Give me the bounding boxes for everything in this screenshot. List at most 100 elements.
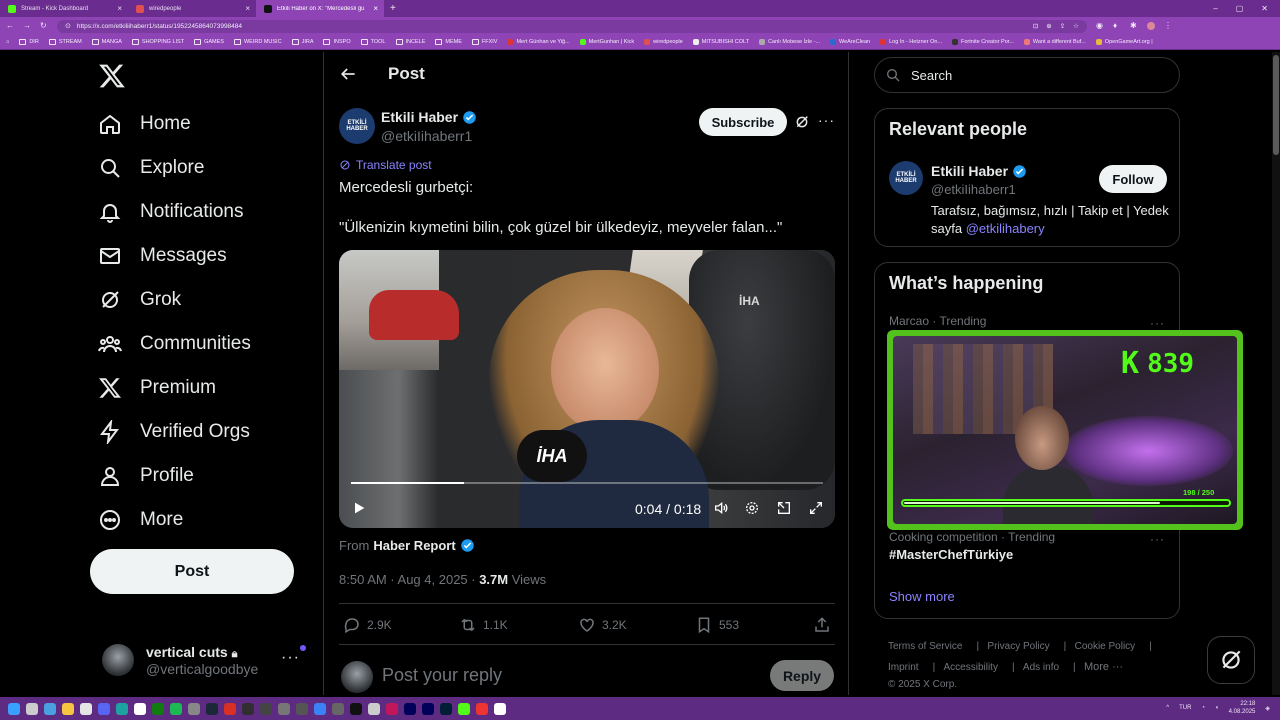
start-icon[interactable] — [8, 702, 20, 715]
trend-name[interactable]: #MasterChefTürkiye — [889, 547, 1013, 562]
nav-explore[interactable]: Explore — [98, 155, 204, 181]
bookmark-link[interactable]: MITSUBISHI COLT — [692, 39, 749, 45]
chrome-icon[interactable] — [134, 702, 146, 715]
tab-kick-dashboard[interactable]: Stream - Kick Dashboard × — [0, 0, 128, 17]
reply-button[interactable]: Reply — [770, 660, 834, 691]
relevant-person-handle[interactable]: @etkiIihaberr1 — [931, 182, 1016, 197]
fullscreen-icon[interactable] — [808, 500, 824, 516]
star-icon[interactable]: ☆ — [1073, 22, 1079, 30]
close-icon[interactable]: × — [373, 4, 378, 13]
bookmark-folder[interactable]: INCELE — [395, 39, 425, 45]
app-icon[interactable] — [476, 702, 488, 715]
address-bar[interactable]: ⊙ https://x.com/etkiliihaberr1/status/19… — [57, 19, 1087, 33]
bookmark-link[interactable]: Canlı Mobese İzle -... — [759, 39, 820, 45]
bookmark-link[interactable]: Mert Günhan ve Yiğ... — [507, 39, 570, 45]
footer-link[interactable]: Cookie Policy — [1075, 641, 1136, 652]
author-name[interactable]: Etkili Haber — [381, 109, 477, 125]
app-icon[interactable] — [314, 702, 326, 715]
nav-more[interactable]: More — [98, 507, 183, 533]
more-icon[interactable]: ··· — [818, 112, 835, 128]
volume-icon[interactable]: ◖ — [1215, 705, 1219, 711]
post-timestamp[interactable]: 8:50 AM · Aug 4, 2025 · — [339, 572, 479, 587]
bookmark-link[interactable]: MertGunhan | Kick — [579, 39, 634, 45]
bookmark-folder[interactable]: SHOPPING LIST — [131, 39, 184, 45]
share-icon[interactable]: ⇪ — [1060, 22, 1065, 30]
reply-action[interactable]: 2.9K — [343, 616, 392, 634]
bookmark-link[interactable]: Log In - Hetzner On... — [880, 39, 942, 45]
extensions-puzzle-icon[interactable]: ✱ — [1130, 22, 1138, 30]
premiere-icon[interactable] — [422, 702, 434, 715]
bookmark-folder[interactable]: DIR — [19, 39, 39, 45]
notepad-icon[interactable] — [80, 702, 92, 715]
xbox-icon[interactable] — [152, 702, 164, 715]
relevant-person-name[interactable]: Etkili Haber — [931, 163, 1027, 179]
bookmark-folder[interactable]: MEME — [435, 39, 462, 45]
footer-link[interactable]: Ads info — [1023, 662, 1059, 673]
widgets-icon[interactable] — [44, 702, 56, 715]
app-icon[interactable] — [296, 702, 308, 715]
minimize-icon[interactable]: – — [1213, 4, 1217, 13]
page-scrollbar[interactable] — [1272, 52, 1280, 695]
scrollbar-thumb[interactable] — [1273, 55, 1279, 155]
footer-link[interactable]: Accessibility — [944, 662, 998, 673]
video-progress-bar[interactable] — [351, 482, 823, 484]
wifi-icon[interactable]: ◔ — [1201, 705, 1205, 711]
tray-chevron-icon[interactable]: ^ — [1166, 705, 1169, 711]
taskview-icon[interactable] — [26, 702, 38, 715]
menu-icon[interactable]: ⋮ — [1164, 22, 1172, 30]
clock[interactable]: 22:18 4.08.2025 — [1229, 700, 1256, 716]
nav-notifications[interactable]: Notifications — [98, 199, 244, 225]
obs-icon[interactable] — [242, 702, 254, 715]
extension-icon[interactable]: ◉ — [1096, 22, 1104, 30]
account-switcher[interactable]: vertical cuts 🔒︎ @verticalgoodbye ··· — [102, 635, 312, 685]
close-window-icon[interactable]: ✕ — [1261, 4, 1268, 13]
translate-post-link[interactable]: Translate post — [339, 158, 432, 172]
trend-meta[interactable]: Marcao · Trending — [889, 314, 986, 328]
source-account-link[interactable]: Haber Report — [373, 538, 455, 553]
show-more-link[interactable]: Show more — [889, 589, 955, 604]
grok-icon[interactable] — [794, 114, 810, 130]
close-icon[interactable]: × — [117, 4, 122, 13]
trend-meta[interactable]: Cooking competition · Trending — [889, 530, 1055, 544]
author-avatar[interactable]: ETKİLİ HABER — [889, 161, 923, 195]
grok-floating-button[interactable] — [1207, 636, 1255, 684]
bookmark-link[interactable]: OpenGameArt.org | — [1095, 39, 1153, 45]
nav-profile[interactable]: Profile — [98, 463, 194, 489]
bookmark-link[interactable]: Fortnite Creator Por... — [952, 39, 1014, 45]
app-icon[interactable] — [368, 702, 380, 715]
nav-messages[interactable]: Messages — [98, 243, 227, 269]
like-action[interactable]: 3.2K — [578, 616, 627, 634]
bookmark-folder[interactable]: GAMES — [194, 39, 224, 45]
nav-premium[interactable]: Premium — [98, 375, 216, 401]
site-info-icon[interactable]: ⊙ — [65, 22, 71, 30]
subscribe-button[interactable]: Subscribe — [699, 108, 787, 136]
app-icon[interactable] — [188, 702, 200, 715]
maximize-icon[interactable]: ▢ — [1236, 4, 1244, 13]
bookmark-folder[interactable]: MANGA — [91, 39, 122, 45]
picture-in-picture-icon[interactable] — [776, 500, 792, 516]
bio-link[interactable]: @etkilihabery — [966, 221, 1045, 236]
notification-bell-icon[interactable]: ◈ — [1265, 705, 1270, 712]
app-icon[interactable] — [350, 702, 362, 715]
nav-grok[interactable]: Grok — [98, 287, 181, 313]
discord-icon[interactable] — [98, 702, 110, 715]
app-icon[interactable] — [224, 702, 236, 715]
reply-input[interactable] — [382, 665, 712, 686]
spotify-icon[interactable] — [170, 702, 182, 715]
nav-verified-orgs[interactable]: Verified Orgs — [98, 419, 250, 445]
post-button[interactable]: Post — [90, 549, 294, 594]
footer-more-link[interactable]: More ··· — [1084, 661, 1123, 673]
search-box[interactable] — [874, 57, 1180, 93]
repost-action[interactable]: 1.1K — [459, 616, 508, 634]
author-avatar[interactable]: ETKİLİ HABER — [339, 108, 375, 144]
author-handle[interactable]: @etkiIihaberr1 — [381, 128, 472, 144]
back-arrow-icon[interactable] — [338, 64, 358, 84]
reload-icon[interactable]: ↻ — [40, 22, 48, 30]
bookmark-link[interactable]: WeAreClean — [830, 39, 870, 45]
zoom-icon[interactable]: ⊕ — [1046, 22, 1051, 30]
app-icon[interactable] — [278, 702, 290, 715]
tab-wiredpeople[interactable]: wiredpeople × — [128, 0, 256, 17]
bookmark-folder[interactable]: INSPO — [323, 39, 351, 45]
volume-icon[interactable] — [713, 500, 729, 516]
close-icon[interactable]: × — [245, 4, 250, 13]
